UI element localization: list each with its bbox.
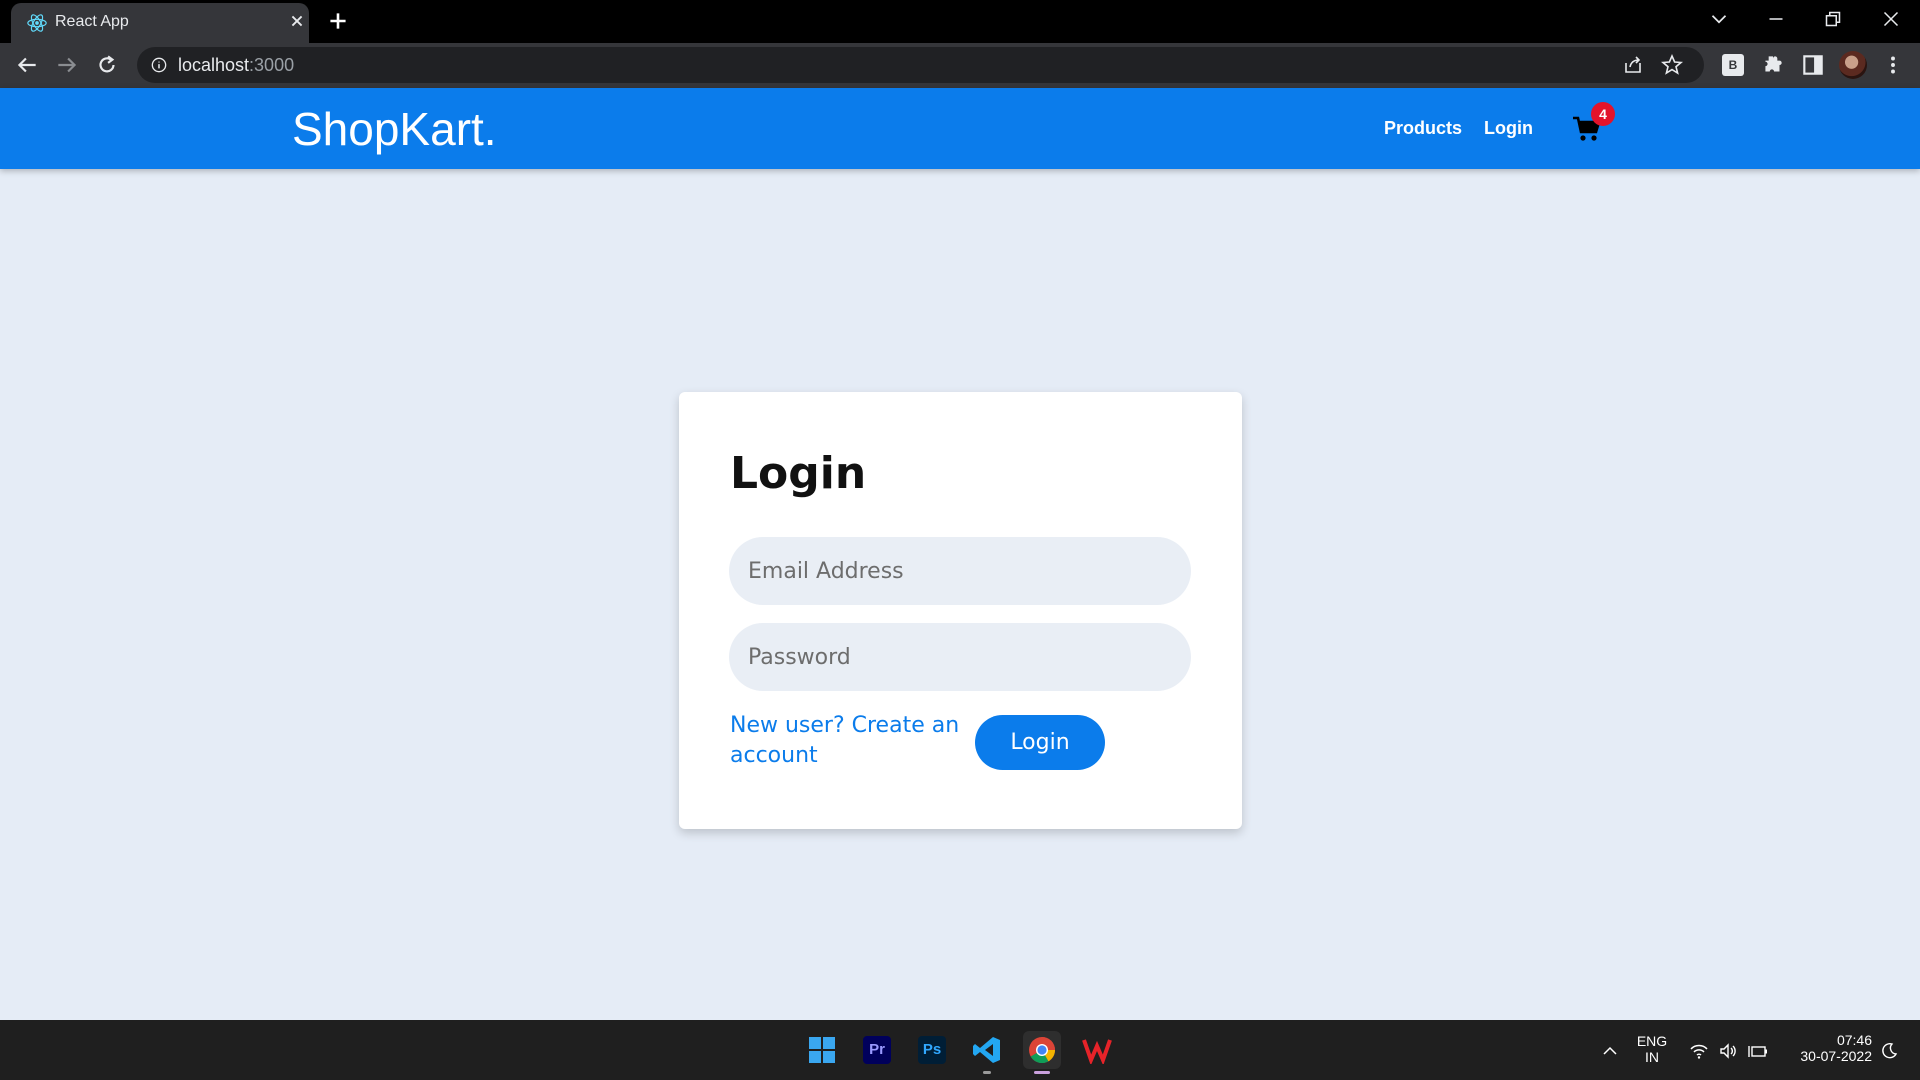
vscode-running-indicator xyxy=(983,1071,991,1074)
side-panel-icon[interactable] xyxy=(1800,52,1826,78)
forward-icon[interactable] xyxy=(54,52,80,78)
premiere-icon[interactable]: Pr xyxy=(858,1031,896,1069)
browser-menu-icon[interactable] xyxy=(1880,52,1906,78)
reload-icon[interactable] xyxy=(94,52,120,78)
nav-products-link[interactable]: Products xyxy=(1384,118,1462,139)
tab-search-chevron-icon[interactable] xyxy=(1706,6,1732,32)
login-submit-button[interactable]: Login xyxy=(975,715,1105,770)
extension-b-icon[interactable]: B xyxy=(1722,54,1744,76)
create-account-link[interactable]: New user? Create an account xyxy=(730,711,960,771)
bookmark-star-icon[interactable] xyxy=(1660,53,1684,77)
back-icon[interactable] xyxy=(14,52,40,78)
clock[interactable]: 07:46 30-07-2022 xyxy=(1780,1032,1872,1064)
close-window-icon[interactable] xyxy=(1878,6,1904,32)
new-tab-icon[interactable] xyxy=(325,8,351,34)
browser-toolbar: localhost:3000 B xyxy=(0,43,1920,88)
app-header: ShopKart. Products Login 4 xyxy=(0,88,1920,169)
share-icon[interactable] xyxy=(1621,53,1645,77)
react-icon xyxy=(27,14,47,32)
chrome-icon[interactable] xyxy=(1023,1031,1061,1069)
login-heading: Login xyxy=(730,448,867,499)
restore-icon[interactable] xyxy=(1820,6,1846,32)
profile-avatar[interactable] xyxy=(1839,51,1867,79)
password-input[interactable] xyxy=(729,623,1191,691)
browser-tab-strip: React App xyxy=(0,0,1920,43)
email-input[interactable] xyxy=(729,537,1191,605)
battery-charging-icon[interactable] xyxy=(1748,1041,1768,1061)
nav-login-link[interactable]: Login xyxy=(1484,118,1533,139)
volume-icon[interactable] xyxy=(1718,1041,1738,1061)
show-hidden-icons-chevron-icon[interactable] xyxy=(1600,1041,1620,1061)
site-info-icon[interactable] xyxy=(149,55,169,75)
taskbar: Pr Ps ENG IN 07:46 30-07-2022 xyxy=(0,1020,1920,1080)
tab-title: React App xyxy=(55,13,129,30)
language-indicator[interactable]: ENG IN xyxy=(1636,1033,1668,1065)
windows-start-icon[interactable] xyxy=(803,1031,841,1069)
close-tab-icon[interactable] xyxy=(286,10,308,32)
login-card: Login New user? Create an account Login xyxy=(679,392,1242,829)
vscode-icon[interactable] xyxy=(968,1031,1006,1069)
address-bar[interactable]: localhost:3000 xyxy=(137,47,1704,83)
wifi-icon[interactable] xyxy=(1689,1041,1709,1061)
wps-icon[interactable] xyxy=(1078,1031,1116,1069)
focus-moon-icon[interactable] xyxy=(1879,1041,1899,1061)
url-text: localhost:3000 xyxy=(178,55,295,75)
extensions-puzzle-icon[interactable] xyxy=(1760,52,1786,78)
minimize-icon[interactable] xyxy=(1763,6,1789,32)
brand-logo[interactable]: ShopKart. xyxy=(292,102,497,156)
cart-count-badge: 4 xyxy=(1591,102,1615,126)
chrome-active-indicator xyxy=(1034,1071,1050,1074)
browser-tab[interactable]: React App xyxy=(11,3,309,43)
photoshop-icon[interactable]: Ps xyxy=(913,1031,951,1069)
